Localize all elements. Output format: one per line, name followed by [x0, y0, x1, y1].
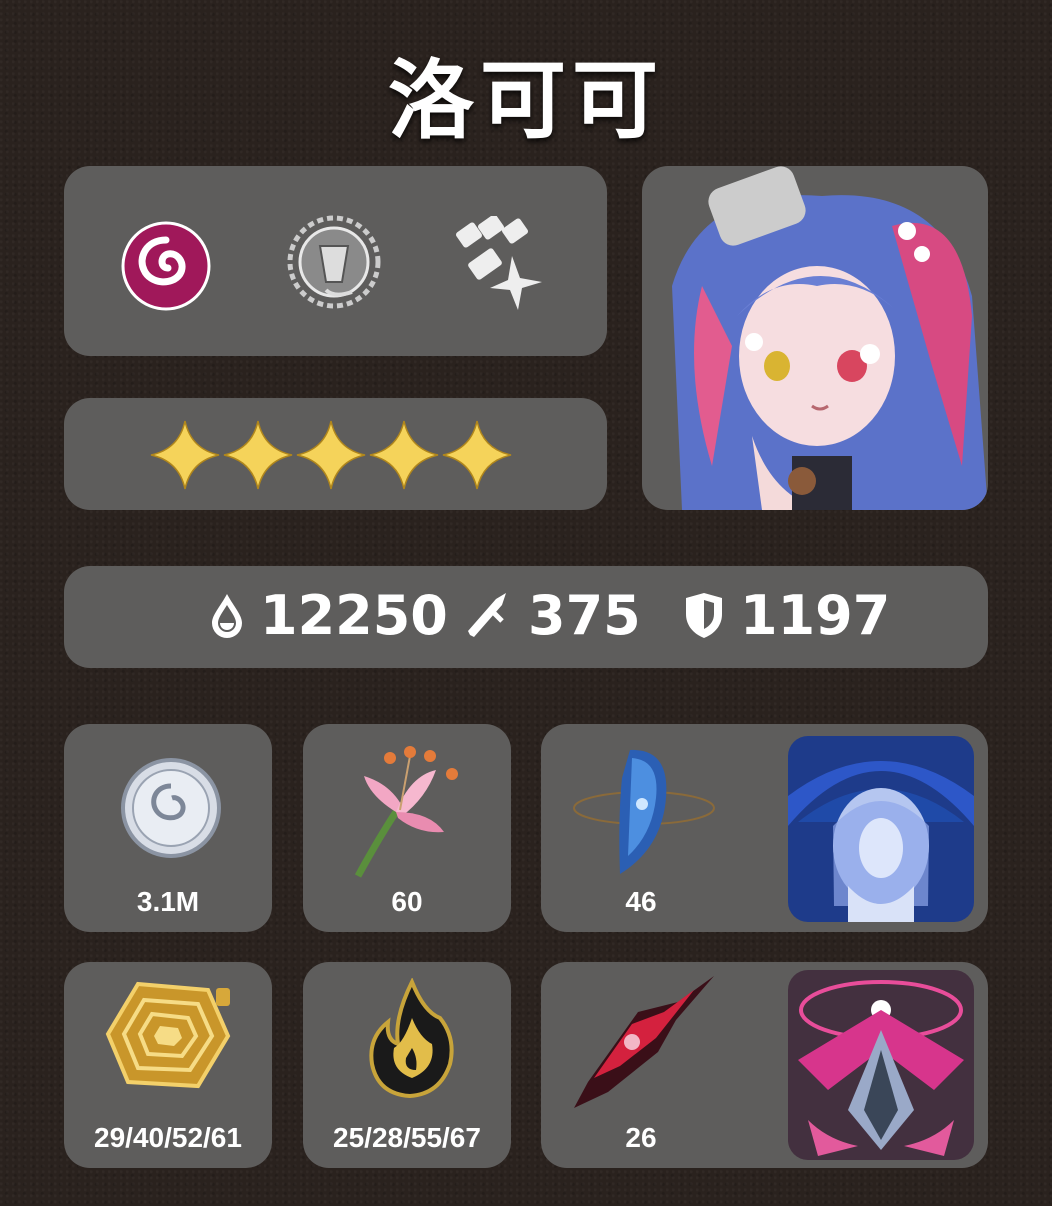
attack-sword-icon: [468, 593, 506, 637]
star-icon: [223, 420, 293, 490]
lily-label: 60: [391, 886, 423, 917]
star-icon: [296, 420, 366, 490]
maze-label: 29/40/52/61: [94, 1122, 242, 1153]
shell-label: 46: [625, 886, 657, 917]
shard-label: 26: [625, 1122, 657, 1153]
hp-stat: 12250: [208, 580, 448, 650]
crimson-shard-icon: [568, 972, 720, 1116]
echo-boss-portrait: [788, 736, 974, 922]
star-icon: [369, 420, 439, 490]
faction-emblem-icon: [276, 206, 394, 322]
star-icon: [442, 420, 512, 490]
golden-maze-icon: [98, 974, 238, 1102]
flame-label: 25/28/55/67: [333, 1122, 481, 1153]
atk-value: 375: [528, 583, 641, 647]
def-value: 1197: [740, 583, 891, 647]
lily-flower-icon: [340, 736, 470, 888]
weapon-portrait: [788, 970, 974, 1160]
def-stat: 1197: [682, 580, 890, 650]
coin-label: 3.1M: [136, 886, 200, 917]
rarity-stars: [150, 420, 512, 490]
character-name: 洛可可: [388, 51, 664, 151]
hp-drop-icon: [212, 594, 242, 638]
star-icon: [150, 420, 220, 490]
fist-attack-icon: [450, 214, 550, 316]
black-flame-icon: [364, 977, 460, 1104]
shell-echo-icon: [570, 738, 720, 882]
element-spiral-icon: [116, 220, 220, 318]
atk-stat: 375: [462, 580, 641, 650]
character-portrait: [642, 166, 988, 510]
defense-shield-icon: [686, 593, 722, 638]
hp-value: 12250: [260, 583, 448, 647]
coin-icon: [116, 756, 226, 870]
